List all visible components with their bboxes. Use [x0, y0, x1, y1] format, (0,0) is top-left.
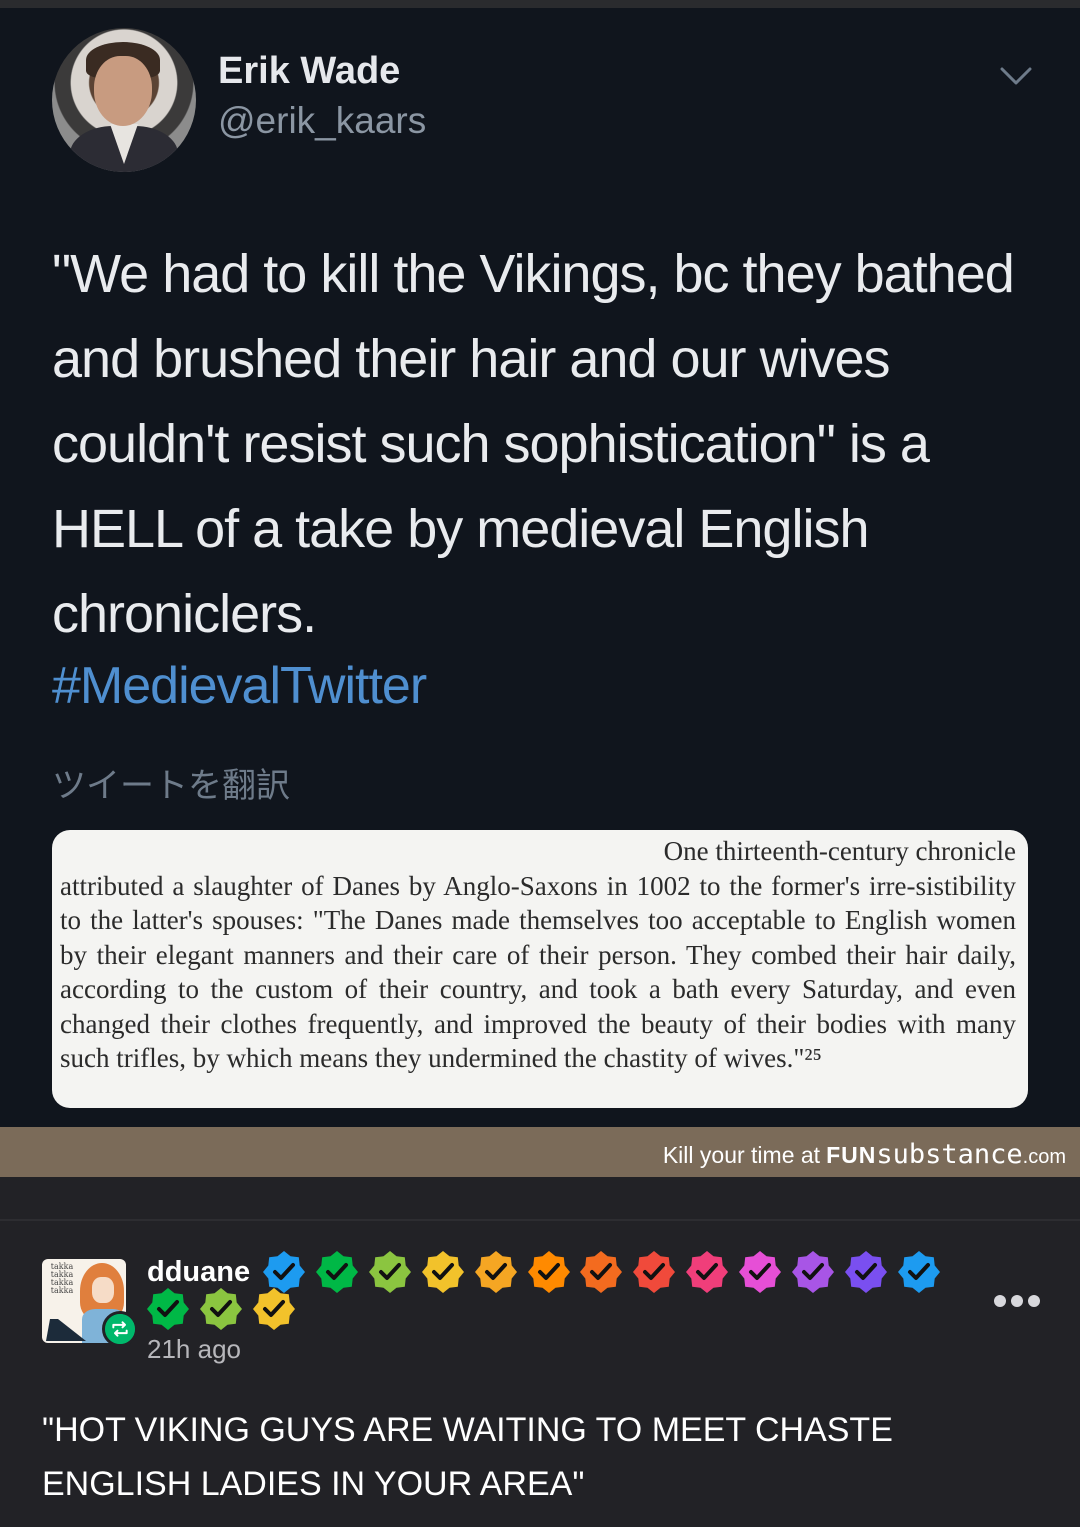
verified-check-icon[interactable]	[579, 1250, 623, 1294]
post-username[interactable]: dduane	[147, 1256, 250, 1289]
verified-check-icon[interactable]	[897, 1250, 941, 1294]
reblog-icon	[102, 1311, 138, 1347]
verified-check-icon[interactable]	[368, 1250, 412, 1294]
post-body-text: "HOT VIKING GUYS ARE WAITING TO MEET CHA…	[42, 1411, 893, 1503]
watermark-bar: Kill your time at FUNsubstance.com	[0, 1127, 1080, 1177]
verified-check-icon[interactable]	[146, 1287, 190, 1331]
tweet-author-name: Erik Wade	[218, 50, 401, 92]
tweet-screenshot-image: Erik Wade @erik_kaars "We had to kill th…	[0, 0, 1080, 1177]
watermark-brand-tld: .com	[1022, 1146, 1066, 1168]
verified-check-icon[interactable]	[252, 1287, 296, 1331]
verified-check-icon[interactable]	[738, 1250, 782, 1294]
verified-check-icon[interactable]	[527, 1250, 571, 1294]
image-top-strip	[0, 0, 1080, 8]
avatar-laptop	[46, 1319, 86, 1341]
excerpt-body: attributed a slaughter of Danes by Anglo…	[60, 870, 1016, 1074]
watermark-prefix: Kill your time at	[662, 1142, 821, 1168]
tweet-author-avatar	[52, 28, 196, 172]
tweet-hashtag: #MedievalTwitter	[52, 657, 427, 715]
excerpt-first-line: One thirteenth-century chronicle	[663, 836, 1016, 866]
verified-check-icon[interactable]	[685, 1250, 729, 1294]
tweet-author-handle: @erik_kaars	[218, 100, 427, 141]
watermark-brand-light: substance	[876, 1139, 1023, 1170]
verified-check-icon[interactable]	[632, 1250, 676, 1294]
verified-check-icon[interactable]	[199, 1287, 243, 1331]
tweet-text: "We had to kill the Vikings, bc they bat…	[52, 244, 1015, 644]
verified-check-icon[interactable]	[315, 1250, 359, 1294]
book-excerpt-image: One thirteenth-century chronicle attribu…	[52, 830, 1028, 1108]
watermark-text: Kill your time at FUNsubstance.com	[663, 1139, 1066, 1170]
verified-check-icon[interactable]	[421, 1250, 465, 1294]
watermark-brand-bold: FUN	[826, 1142, 877, 1168]
more-dots-icon[interactable]	[992, 1290, 1042, 1312]
avatar-face	[92, 1277, 114, 1303]
post-divider	[0, 1219, 1080, 1221]
avatar-face	[94, 56, 152, 126]
verified-check-icon[interactable]	[844, 1250, 888, 1294]
verified-check-icon[interactable]	[791, 1250, 835, 1294]
translate-tweet-label: ツイートを翻訳	[52, 767, 290, 805]
avatar-caption: takka takka takka takka	[50, 1262, 74, 1295]
chevron-down-icon	[1000, 67, 1032, 85]
post-timestamp[interactable]: 21h ago	[147, 1334, 241, 1365]
verified-check-icon[interactable]	[474, 1250, 518, 1294]
